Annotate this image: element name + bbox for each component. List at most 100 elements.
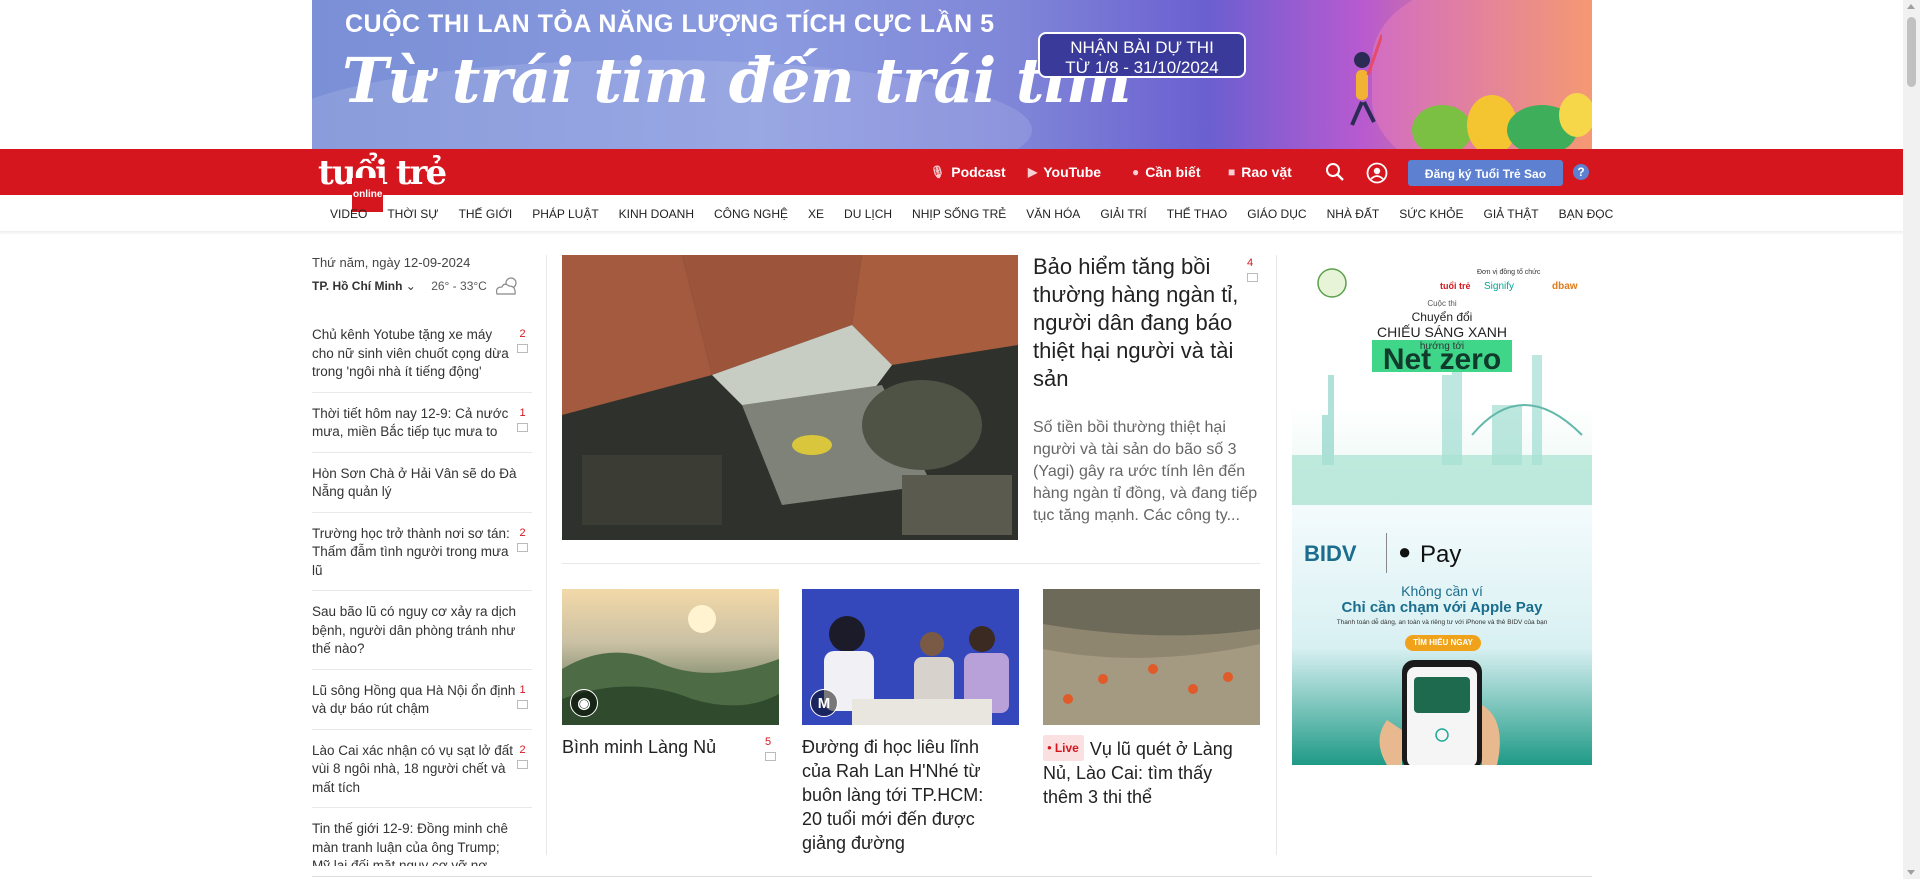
current-date: Thứ năm, ngày 12-09-2024 [312,255,471,270]
news-title[interactable]: Thời tiết hôm nay 12-9: Cả nước mưa, miề… [312,405,517,442]
comment-count[interactable]: 5 [765,736,776,761]
comment-count[interactable]: 2 [517,527,528,552]
comment-count[interactable]: 1 [517,407,528,432]
list-item[interactable]: Lào Cai xác nhận có vụ sạt lở đất vùi 8 … [312,728,532,808]
bidv-apple-pay-ad[interactable]: BIDV ● Pay Không cần ví Chỉ cần chạm với… [1292,505,1592,765]
banner-title: Từ trái tim đến trái tim [342,44,1132,117]
sub-article-image[interactable]: ◉ [562,589,779,725]
scroll-down-icon[interactable] [1907,870,1915,875]
column-divider [546,255,547,855]
list-item[interactable]: Tin thế giới 12-9: Đồng minh chê màn tra… [312,807,532,866]
nav-item-van-hoa[interactable]: Văn hóa [1026,207,1080,221]
banner-box-line2: TỪ 1/8 - 31/10/2024 [1065,58,1219,77]
ad-logo-dbaw: dbaw [1552,281,1578,292]
comment-count-value: 1 [519,683,526,696]
latest-news-list: Chủ kênh Yotube tặng xe máy cho nữ sinh … [312,312,532,866]
sub-article-image[interactable]: M [802,589,1019,725]
user-account-icon[interactable] [1366,162,1388,184]
news-title[interactable]: Hòn Sơn Chà ở Hải Vân sẽ do Đà Nẵng quản… [312,465,517,502]
nav-item-kinh-doanh[interactable]: Kinh doanh [619,207,694,221]
page-scrollbar[interactable] [1903,0,1920,879]
comment-count-value: 1 [519,406,526,419]
comment-icon [1247,273,1258,282]
list-item[interactable]: Chủ kênh Yotube tặng xe máy cho nữ sinh … [312,312,532,392]
nav-item-nhip-song-tre[interactable]: Nhịp sống trẻ [912,207,1006,221]
header-link-youtube[interactable]: ▶ YouTube [1028,149,1101,195]
list-item[interactable]: Lũ sông Hồng qua Hà Nội ổn định và dự bá… [312,668,532,729]
mic-icon: 🎙 [930,165,946,179]
comment-count[interactable]: 4 [1247,257,1258,282]
comment-count[interactable]: 2 [517,744,528,769]
sub-article-image[interactable] [1043,589,1260,725]
list-item[interactable]: Sau bão lũ có nguy cơ xảy ra dịch bệnh, … [312,590,532,669]
sub-article-3[interactable]: LiveVụ lũ quét ở Làng Nủ, Lào Cai: tìm t… [1043,589,1260,809]
news-title[interactable]: Lào Cai xác nhận có vụ sạt lở đất vùi 8 … [312,742,517,798]
nav-item-the-gioi[interactable]: Thế giới [459,207,513,221]
header-link-label: Cần biết [1145,164,1201,180]
sub-article-1[interactable]: ◉ Bình minh Làng Nủ [562,589,779,759]
header-link-rao-vat[interactable]: ■ Rao vặt [1228,149,1292,195]
sub-article-title[interactable]: LiveVụ lũ quét ở Làng Nủ, Lào Cai: tìm t… [1043,735,1248,809]
nav-item-cong-nghe[interactable]: Công nghệ [714,207,788,221]
register-tuoi-tre-sao-button[interactable]: Đăng ký Tuổi Trẻ Sao [1408,160,1563,186]
comment-count[interactable]: 2 [517,328,528,353]
pin-icon: ● [1132,165,1140,179]
header-link-label: YouTube [1043,164,1102,180]
green-lighting-ad-art [1292,268,1592,505]
lead-article-image[interactable] [562,255,1018,540]
top-banner-ad[interactable]: CUỘC THI LAN TỎA NĂNG LƯỢNG TÍCH CỰC LẦN… [312,0,1592,149]
list-item[interactable]: Thời tiết hôm nay 12-9: Cả nước mưa, miề… [312,391,532,452]
header-link-can-biet[interactable]: ● Cần biết [1132,149,1200,195]
news-title[interactable]: Tin thế giới 12-9: Đồng minh chê màn tra… [312,820,517,866]
column-divider [1276,255,1277,855]
comment-count-value: 2 [519,743,526,756]
news-title[interactable]: Trường học trở thành nơi sơ tán: Thấm đẫ… [312,525,517,581]
nav-item-xe[interactable]: Xe [808,207,824,221]
sub-article-2[interactable]: M Đường đi học liêu lĩnh của Rah Lan H'N… [802,589,1019,855]
play-icon: ▶ [1028,165,1038,179]
news-title[interactable]: Lũ sông Hồng qua Hà Nội ổn định và dự bá… [312,682,517,719]
city-select[interactable]: TP. Hồ Chí Minh [312,279,402,293]
header-link-podcast[interactable]: 🎙 Podcast [930,149,1006,195]
phone-illustration-icon [1379,660,1500,765]
nav-item-gia-that[interactable]: Giả thật [1484,207,1539,221]
category-nav: Video Thời sự Thế giới Pháp luật Kinh do… [312,195,1613,232]
nav-item-the-thao[interactable]: Thể thao [1167,207,1227,221]
comment-icon [765,752,776,761]
list-item[interactable]: Trường học trở thành nơi sơ tán: Thấm đẫ… [312,511,532,591]
banner-date-box: NHẬN BÀI DỰ THI TỪ 1/8 - 31/10/2024 [1038,32,1246,78]
search-icon[interactable] [1325,162,1345,182]
plants-decoration-icon [1412,93,1592,149]
header-link-label: Podcast [951,164,1006,180]
nav-item-du-lich[interactable]: Du lịch [844,207,892,221]
sub-article-title[interactable]: Bình minh Làng Nủ [562,735,767,759]
lead-article-title[interactable]: Bảo hiểm tăng bồi thường hàng ngàn tỉ, n… [1033,253,1243,393]
ad-logo-signify: Signify [1484,281,1515,292]
ad-org-label: Đơn vị đồng tổ chức [1477,269,1541,276]
section-divider [562,563,1260,564]
news-title[interactable]: Chủ kênh Yotube tặng xe máy cho nữ sinh … [312,326,517,382]
nav-item-ban-doc[interactable]: Bạn đọc [1559,207,1614,221]
green-lighting-ad[interactable]: Đơn vị đồng tổ chức tuổi trẻ Signify dba… [1292,255,1592,505]
nav-item-giao-duc[interactable]: Giáo dục [1247,207,1306,221]
list-item[interactable]: Hòn Sơn Chà ở Hải Vân sẽ do Đà Nẵng quản… [312,451,532,512]
news-title[interactable]: Sau bão lũ có nguy cơ xảy ra dịch bệnh, … [312,603,517,659]
ad-logo-tuoitre: tuổi trẻ [1440,281,1471,291]
nav-item-video[interactable]: Video [330,207,367,221]
nav-item-phap-luat[interactable]: Pháp luật [532,207,598,221]
comment-count[interactable]: 1 [517,684,528,709]
nav-item-nha-dat[interactable]: Nhà đất [1327,207,1380,221]
ad-contest-label: Cuộc thi [1427,299,1457,308]
nav-item-giai-tri[interactable]: Giải trí [1100,207,1146,221]
storm-damage-photo [562,255,1018,540]
sub-article-title[interactable]: Đường đi học liêu lĩnh của Rah Lan H'Nhé… [802,735,1007,855]
site-logo[interactable]: tuổi trẻ online [318,156,447,212]
ad-big-text: Net zero [1382,343,1502,376]
nav-item-suc-khoe[interactable]: Sức khỏe [1399,207,1463,221]
nav-item-thoi-su[interactable]: Thời sự [387,207,438,221]
weather-location[interactable]: TP. Hồ Chí Minh ⌄ 26° - 33°C [312,279,487,293]
help-icon[interactable]: ? [1573,164,1589,180]
scroll-up-icon[interactable] [1907,4,1915,9]
comment-count-value: 5 [765,736,772,748]
scrollbar-thumb[interactable] [1907,17,1916,87]
